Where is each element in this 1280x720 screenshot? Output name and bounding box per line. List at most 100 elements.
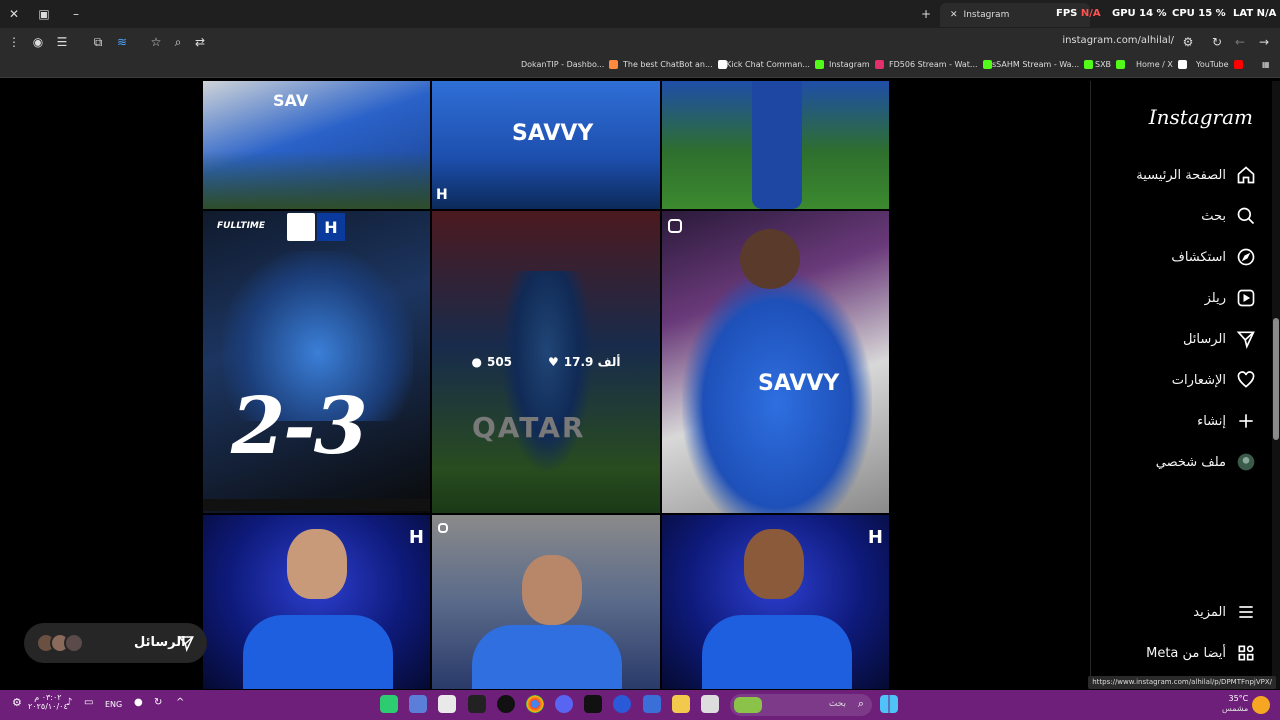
discord-app-icon[interactable] <box>555 695 573 713</box>
language-indicator[interactable]: ENG <box>105 700 122 709</box>
bookmark-item[interactable]: Instagram <box>829 60 884 69</box>
lat-label: LAT <box>1233 8 1254 19</box>
settings-icon[interactable]: ⚙ <box>12 696 22 709</box>
weather-widget[interactable]: 35°C مشمس <box>1222 694 1248 714</box>
bookmark-label: YouTube <box>1196 60 1229 69</box>
windows-taskbar: ⚙ ٠٣:٠٢ م ٢٠٢٥/١٠/٠٤ ♪ ▭ ENG ● ↻ ^ بحث ⌕… <box>0 690 1280 720</box>
settings-app-icon[interactable] <box>409 695 427 713</box>
nav-messages[interactable]: الرسائل <box>1183 329 1256 349</box>
heart-icon: ♥ <box>548 355 559 369</box>
nav-reels[interactable]: ريلز <box>1205 288 1256 308</box>
bookmark-item[interactable]: DokanTIP - Dashbo... <box>521 60 619 69</box>
menu-dots-icon[interactable]: ⋮ <box>4 32 24 52</box>
bookmarks-overflow-icon[interactable]: ▦ <box>1262 60 1270 69</box>
app-icon[interactable] <box>613 695 631 713</box>
lat-stat: LAT N/A <box>1233 8 1276 19</box>
comments-value: 505 <box>486 355 513 369</box>
post-thumbnail-hovered[interactable]: QATAR ● 505 ♥ 17.9 ألف <box>432 211 660 513</box>
network-icon[interactable]: ▭ <box>84 697 93 708</box>
clock[interactable]: ٠٣:٠٢ م ٢٠٢٥/١٠/٠٤ <box>28 693 68 711</box>
app-icon[interactable] <box>584 695 602 713</box>
post-thumbnail[interactable]: SAV <box>203 81 430 209</box>
zoom-icon[interactable]: ⌕ <box>168 32 188 52</box>
post-thumbnail[interactable]: H <box>662 515 889 689</box>
instagram-logo[interactable]: Instagram <box>1149 105 1253 129</box>
app-icon[interactable] <box>468 695 486 713</box>
bookmark-item[interactable]: The best ChatBot an... <box>623 60 727 69</box>
bookmark-item[interactable]: SXB <box>1095 60 1126 69</box>
file-explorer-icon[interactable] <box>672 695 690 713</box>
extension-list-icon[interactable]: ☰ <box>52 32 72 52</box>
app-icon[interactable] <box>380 695 398 713</box>
post-thumbnail[interactable]: H <box>203 515 430 689</box>
bookmark-favicon-icon <box>1116 60 1126 69</box>
menu-icon <box>1239 606 1253 618</box>
nav-more[interactable]: المزيد <box>1193 602 1256 622</box>
share-icon[interactable]: ⇄ <box>190 32 210 52</box>
nav-also-from-meta[interactable]: أيضا من Meta <box>1146 643 1256 663</box>
extension-globe-icon[interactable]: ◉ <box>28 32 48 52</box>
lat-value: N/A <box>1256 8 1277 19</box>
tab-square-icon[interactable]: ▣ <box>34 4 54 24</box>
post-thumbnail[interactable] <box>432 515 660 689</box>
post-thumbnail[interactable]: FULLTIME H 2-3 <box>203 211 430 513</box>
post-hover-overlay: ● 505 ♥ 17.9 ألف <box>432 211 660 513</box>
comments-count: ● 505 <box>471 355 512 369</box>
player-legs-image <box>752 81 802 209</box>
chrome-app-icon[interactable] <box>526 695 544 713</box>
fps-label: FPS <box>1056 8 1078 19</box>
taskbar-search[interactable]: بحث ⌕ <box>730 694 872 716</box>
windows-start-icon[interactable] <box>880 695 898 713</box>
minimize-icon[interactable]: – <box>66 4 86 24</box>
opponent-crest-icon <box>287 213 315 241</box>
carousel-icon <box>438 523 448 533</box>
bookmark-item[interactable]: Kick Chat Comman... <box>726 60 824 69</box>
shield-app-icon[interactable] <box>643 695 661 713</box>
bookmark-item[interactable]: Home / X <box>1136 60 1187 69</box>
post-thumbnail[interactable]: SAVVY H <box>432 81 660 209</box>
heart-icon <box>1237 371 1255 388</box>
new-tab-icon[interactable]: + <box>916 4 936 24</box>
extension-wave-icon[interactable]: ≋ <box>112 32 132 52</box>
bookmark-favicon-icon <box>814 60 824 69</box>
tab-close-icon[interactable]: ✕ <box>950 10 958 20</box>
sync-icon[interactable]: ↻ <box>154 697 162 708</box>
bookmark-label: FD506 Stream - Wat... <box>889 60 978 69</box>
site-settings-icon[interactable]: ⚙ <box>1178 32 1198 52</box>
bookmark-item[interactable]: YouTube <box>1196 60 1243 69</box>
bookmark-label: DokanTIP - Dashbo... <box>521 60 605 69</box>
sponsor-logo-icon: SAV <box>273 91 309 110</box>
microphone-icon[interactable]: ● <box>134 697 143 708</box>
app-icon[interactable] <box>701 695 719 713</box>
nav-explore[interactable]: استكشاف <box>1171 247 1256 267</box>
taskbar-search-placeholder: بحث <box>828 699 846 709</box>
nav-create[interactable]: إنشاء <box>1197 411 1256 431</box>
game-app-icon[interactable] <box>497 695 515 713</box>
tray-chevron-icon[interactable]: ^ <box>176 697 184 708</box>
nav-search[interactable]: بحث <box>1201 206 1256 226</box>
bookmark-item[interactable]: sSAHM Stream - Wa... <box>992 60 1094 69</box>
address-bar-url[interactable]: instagram.com/alhilal/ <box>1062 35 1174 46</box>
nav-home-label: الصفحة الرئيسية <box>1136 167 1226 183</box>
tab-title: Instagram <box>963 10 1010 20</box>
bookmark-favicon-icon <box>1177 60 1187 69</box>
forward-icon[interactable]: ← <box>1230 32 1250 52</box>
reload-icon[interactable]: ↻ <box>1207 32 1227 52</box>
volume-icon[interactable]: ♪ <box>66 697 72 708</box>
scrollbar-thumb[interactable] <box>1273 318 1279 440</box>
nav-home[interactable]: الصفحة الرئيسية <box>1136 165 1256 185</box>
close-window-icon[interactable]: ✕ <box>4 4 24 24</box>
nav-profile[interactable]: ملف شخصي <box>1156 452 1256 472</box>
post-thumbnail[interactable] <box>662 81 889 209</box>
extension-puzzle-icon[interactable]: ⧉ <box>88 32 108 52</box>
post-thumbnail[interactable]: SAVVY <box>662 211 889 513</box>
bookmark-star-icon[interactable]: ☆ <box>146 32 166 52</box>
bookmark-item[interactable]: FD506 Stream - Wat... <box>889 60 992 69</box>
player-shirt-image <box>243 615 393 689</box>
back-icon[interactable]: → <box>1254 32 1274 52</box>
nav-notifications[interactable]: الإشعارات <box>1172 370 1256 390</box>
bookmark-label: Home / X <box>1136 60 1173 69</box>
pitch-image <box>203 151 430 209</box>
messages-pill[interactable]: الرسائل <box>24 623 207 663</box>
store-app-icon[interactable] <box>438 695 456 713</box>
